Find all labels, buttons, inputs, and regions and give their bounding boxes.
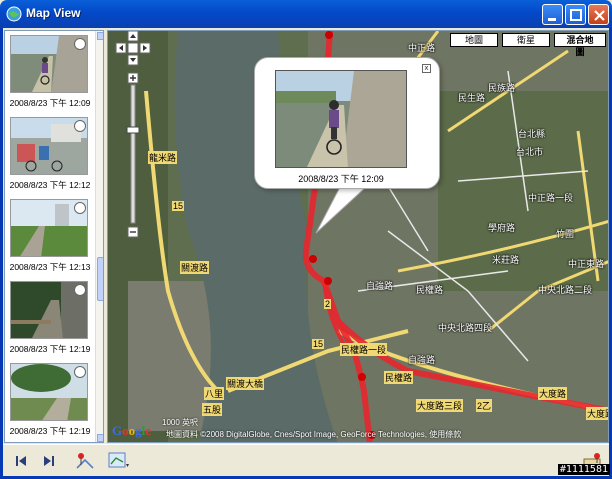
thumbnail-date: 2008/8/23 下午 12:12 xyxy=(9,180,91,190)
photo-info-bubble[interactable]: x 2008/8/23 下午 12:09 xyxy=(254,57,440,189)
map-view[interactable]: 地圖 衛星 混合地圖 台北縣 台北市 民生路 中正路 米莊路 學府路 中央北路四… xyxy=(107,30,609,443)
google-logo: Google xyxy=(112,423,152,438)
previous-photo-button[interactable] xyxy=(9,450,33,472)
road-label: 民族路 xyxy=(488,83,516,93)
globe-app-icon xyxy=(6,6,22,22)
road-label: 大度路三段 xyxy=(416,399,464,412)
road-label: 米莊路 xyxy=(492,255,520,265)
close-icon xyxy=(594,10,605,21)
bubble-photo[interactable] xyxy=(275,70,407,168)
minimize-button[interactable] xyxy=(542,4,563,25)
road-label: 民權路 xyxy=(384,371,414,384)
photo-thumbnail[interactable] xyxy=(10,35,88,93)
compass-icon xyxy=(74,120,86,132)
thumbnail-date: 2008/8/23 下午 12:19 xyxy=(9,426,91,436)
scroll-up-arrow[interactable] xyxy=(97,32,103,40)
road-label: 大度路 xyxy=(538,387,568,400)
road-label: 大度路 xyxy=(586,407,608,420)
bubble-close-button[interactable]: x xyxy=(422,64,431,73)
road-label: 中央北路二段 xyxy=(538,285,593,295)
road-label: 關渡路 xyxy=(180,261,210,274)
photo-thumbnail[interactable] xyxy=(10,199,88,257)
minimize-icon xyxy=(548,18,556,21)
place-label: 台北市 xyxy=(516,147,544,157)
thumbnail-date: 2008/8/23 下午 12:09 xyxy=(9,98,91,108)
bubble-photo-image xyxy=(276,71,406,167)
road-label: 五股 xyxy=(202,403,223,416)
map-type-map-button[interactable]: 地圖 xyxy=(450,33,498,47)
bubble-date: 2008/8/23 下午 12:09 xyxy=(298,174,384,184)
road-label: 自強路 xyxy=(366,281,394,291)
road-label: 民權路一段 xyxy=(340,343,388,356)
watermark: #1111581 xyxy=(557,464,610,475)
maximize-button[interactable] xyxy=(565,4,586,25)
compass-icon xyxy=(74,284,86,296)
road-label: 竹圍 xyxy=(556,229,575,239)
map-mode-dropdown-icon[interactable] xyxy=(107,450,131,472)
road-label: 民權路 xyxy=(416,285,444,295)
map-copyright[interactable]: 地圖資料 ©2008 DigitalGlobe, Cnes/Spot Image… xyxy=(166,429,461,440)
photo-thumbnail[interactable] xyxy=(10,363,88,421)
map-type-hybrid-button[interactable]: 混合地圖 xyxy=(554,33,606,57)
scrollbar-thumb[interactable] xyxy=(97,257,103,301)
highway-shield-icon: 2乙 xyxy=(476,399,493,412)
thumbnail-date: 2008/8/23 下午 12:13 xyxy=(9,262,91,272)
highway-shield-icon: 15 xyxy=(172,201,185,211)
compass-icon xyxy=(74,366,86,378)
window-title: Map View xyxy=(26,6,81,20)
photo-thumbnail[interactable] xyxy=(10,281,88,339)
road-label: 自強路 xyxy=(408,355,436,365)
map-scale: 1000 英呎 xyxy=(162,418,199,427)
thumbnail-scrollbar[interactable] xyxy=(95,31,103,442)
road-label: 中央北路四段 xyxy=(438,323,493,333)
highway-shield-icon: 15 xyxy=(312,339,325,349)
close-button[interactable] xyxy=(588,4,609,25)
road-label: 學府路 xyxy=(488,223,516,233)
road-label: 中正路 xyxy=(408,43,436,53)
road-label: 八里 xyxy=(204,387,225,400)
road-label: 民生路 xyxy=(458,93,486,103)
highway-shield-icon: 2 xyxy=(324,299,332,309)
scroll-down-arrow[interactable] xyxy=(97,434,103,442)
road-label: 龍米路 xyxy=(148,151,178,164)
road-label: 關渡大橋 xyxy=(226,377,265,390)
maximize-icon xyxy=(570,9,582,21)
compass-icon xyxy=(74,202,86,214)
compass-icon xyxy=(74,38,86,50)
next-photo-button[interactable] xyxy=(37,450,61,472)
photo-thumbnail-list[interactable]: 2008/8/23 下午 12:09 2008/8/23 下午 12:12 20… xyxy=(4,30,104,443)
bottom-toolbar xyxy=(3,444,609,476)
title-bar[interactable]: Map View xyxy=(0,0,612,28)
road-label: 中正東路 xyxy=(568,259,605,269)
road-label: 中正路一段 xyxy=(528,193,574,203)
map-type-satellite-button[interactable]: 衛星 xyxy=(502,33,550,47)
photo-thumbnail[interactable] xyxy=(10,117,88,175)
marker-path-button[interactable] xyxy=(73,450,97,472)
place-label: 台北縣 xyxy=(518,129,546,139)
thumbnail-date: 2008/8/23 下午 12:19 xyxy=(9,344,91,354)
